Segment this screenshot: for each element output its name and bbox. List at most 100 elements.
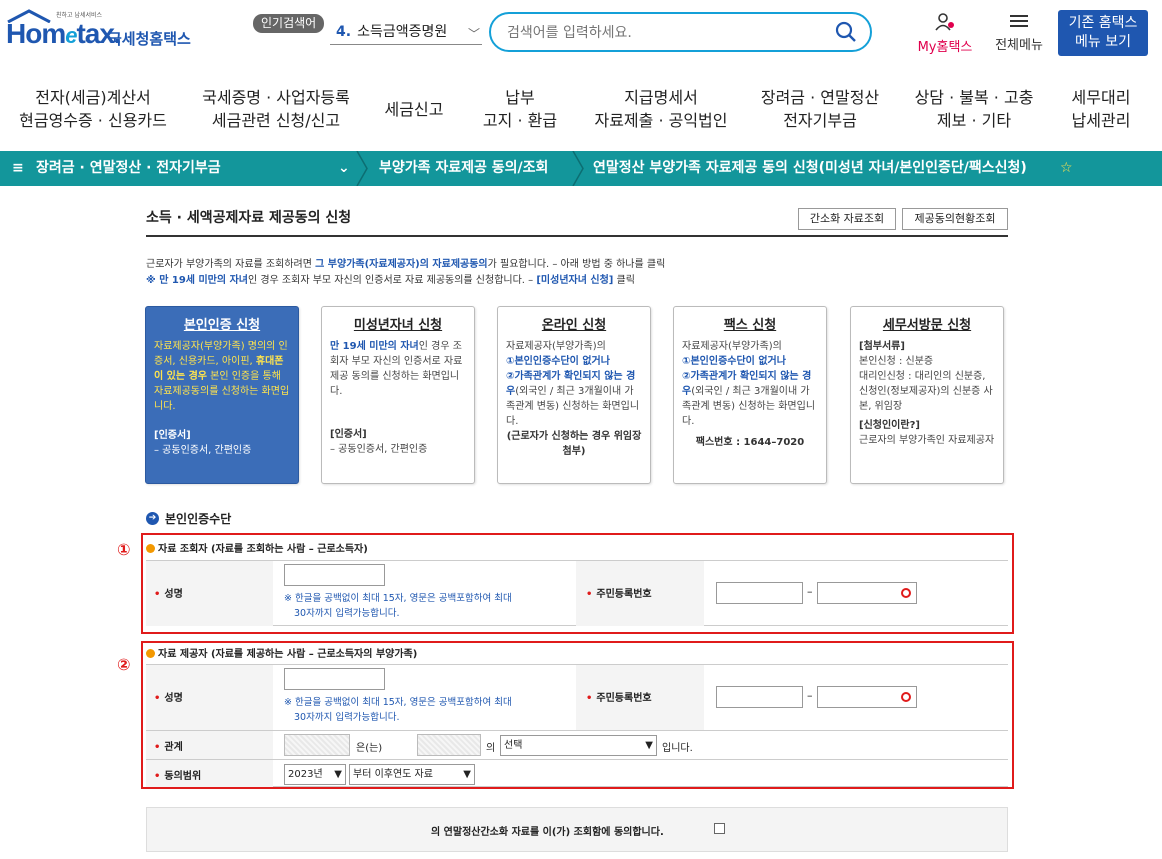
intro2-d: 클릭 bbox=[613, 275, 635, 286]
simplified-data-lookup-button[interactable]: 간소화 자료조회 bbox=[798, 208, 896, 230]
popular-search-dropdown[interactable]: 4. 소득금액증명원 ﹀ bbox=[330, 20, 482, 45]
card-tax-office-visit[interactable]: 세무서방문 신청 [첨부서류] 본인신청 : 신분증 대리인신청 : 대리인의 … bbox=[850, 306, 1004, 484]
section-number-2: ② bbox=[117, 655, 131, 674]
chevron-down-icon: ▼ bbox=[334, 769, 342, 780]
card-heading: [첨부서류] bbox=[859, 341, 905, 352]
arrow-circle-icon: ➔ bbox=[146, 512, 159, 525]
provider-name-note: ※ 한글을 공백없이 최대 15자, 영문은 공백포함하여 최대 30자까지 입력… bbox=[284, 695, 574, 725]
note-line: 30자까지 입력가능합니다. bbox=[294, 712, 400, 723]
star-icon[interactable]: ☆ bbox=[1060, 151, 1073, 186]
card-minor-child[interactable]: 미성년자녀 신청 만 19세 미만의 자녀인 경우 조회자 부모 자신의 인증서… bbox=[321, 306, 475, 484]
bullet-icon bbox=[146, 544, 155, 553]
section-title-auth-method: 본인인증수단 bbox=[165, 512, 232, 526]
nav-line2: 전자기부금 bbox=[783, 111, 857, 130]
provider-rrn-back-input[interactable] bbox=[817, 686, 917, 708]
scope-select-value: 부터 이후연도 자료 bbox=[353, 769, 433, 780]
provider-rrn-front-input[interactable] bbox=[716, 686, 803, 708]
chevron-down-icon[interactable]: ⌄ bbox=[338, 151, 350, 186]
my-hometax-button[interactable]: My홈택스 bbox=[912, 12, 978, 55]
section-heading-text: 자료 조회자 (자료를 조회하는 사람 – 근로소득자) bbox=[158, 544, 368, 555]
old-hometax-button[interactable]: 기존 홈택스 메뉴 보기 bbox=[1058, 10, 1148, 56]
note-line: ※ 한글을 공백없이 최대 15자, 영문은 공백포함하여 최대 bbox=[284, 593, 512, 604]
card-online[interactable]: 온라인 신청 자료제공자(부양가족)의 ①본인인증수단이 없거나 ②가족관계가 … bbox=[497, 306, 651, 484]
section-provider-heading: 자료 제공자 (자료를 제공하는 사람 – 근로소득자의 부양가족) bbox=[146, 645, 417, 660]
relation-particle: 은(는) bbox=[356, 743, 383, 754]
logo-korean[interactable]: 국세청홈택스 bbox=[108, 28, 191, 49]
nav-item-tax-return[interactable]: 세금신고 bbox=[374, 98, 454, 121]
nav-line2: 자료제출 · 공익법인 bbox=[594, 111, 728, 130]
nav-line1: 세금신고 bbox=[384, 100, 444, 119]
form-row-viewer-name: • 성명 ※ 한글을 공백없이 최대 15자, 영문은 공백포함하여 최대 30자까… bbox=[146, 560, 1008, 626]
viewer-rrn-back-input[interactable] bbox=[817, 582, 917, 604]
nav-line1: 장려금 · 연말정산 bbox=[760, 88, 880, 107]
logo-text: Hom bbox=[6, 18, 66, 49]
intro2-a: ※ 만 19세 미만의 자녀 bbox=[146, 275, 248, 286]
breadcrumb-separator-icon bbox=[572, 151, 584, 186]
breadcrumb-item-1[interactable]: 장려금 · 연말정산 · 전자기부금 bbox=[36, 151, 221, 186]
card-self-auth[interactable]: 본인인증 신청 자료제공자(부양가족) 명의의 인증서, 신용카드, 아이핀, … bbox=[145, 306, 299, 484]
breadcrumb-item-3: 연말정산 부양가족 자료제공 동의 신청(미성년 자녀/본인인증단/팩스신청) bbox=[593, 160, 1027, 176]
breadcrumb-separator-icon bbox=[356, 151, 368, 186]
year-select[interactable]: 2023년 ▼ bbox=[284, 764, 346, 785]
nav-line2: 제보 · 기타 bbox=[936, 111, 1012, 130]
relation-select-value: 선택 bbox=[504, 740, 523, 751]
card-footer: (근로자가 신청하는 경우 위임장 첨부) bbox=[506, 431, 642, 457]
viewer-rrn-label: 주민등록번호 bbox=[596, 589, 652, 600]
viewer-rrn-front-input[interactable] bbox=[716, 582, 803, 604]
nav-item-consult[interactable]: 상담 · 불복 · 고충 제보 · 기타 bbox=[906, 86, 1042, 132]
nav-item-payment[interactable]: 납부고지 · 환급 bbox=[470, 86, 570, 132]
logo[interactable]: Hometax. bbox=[6, 18, 122, 50]
nav-line2: 납세관리 bbox=[1071, 111, 1131, 130]
card-text: 자료제공자(부양가족)의 bbox=[682, 341, 782, 352]
breadcrumb-item-2[interactable]: 부양가족 자료제공 동의/조회 bbox=[379, 151, 548, 186]
card-title: 팩스 신청 bbox=[723, 318, 777, 333]
breadcrumb-menu-icon[interactable]: ≡ bbox=[12, 151, 24, 186]
search-box bbox=[489, 12, 872, 52]
card-text-bold: ①본인인증수단이 없거나 bbox=[682, 356, 786, 367]
all-menu-label: 전체메뉴 bbox=[995, 38, 1043, 53]
old-hometax-line1: 기존 홈택스 bbox=[1068, 15, 1138, 31]
nav-line1: 국세증명 · 사업자등록 bbox=[202, 88, 350, 107]
chevron-down-icon: ▼ bbox=[463, 769, 471, 780]
card-title: 본인인증 신청 bbox=[183, 318, 261, 333]
nav-item-year-end[interactable]: 장려금 · 연말정산전자기부금 bbox=[752, 86, 888, 132]
consent-box: 의 연말정산간소화 자료를 이(가) 조회함에 동의합니다. bbox=[146, 807, 1008, 852]
nav-line2: 세금관련 신청/신고 bbox=[211, 111, 341, 130]
card-text: 자료제공자(부양가족)의 bbox=[506, 341, 606, 352]
card-footer: – 공동인증서, 간편인증 bbox=[154, 445, 252, 456]
label-cell: • 주민등록번호 bbox=[576, 561, 704, 626]
relation-select[interactable]: 선택 ▼ bbox=[500, 735, 657, 756]
nav-item-payment-statement[interactable]: 지급명세서 자료제출 · 공익법인 bbox=[586, 86, 736, 132]
section-viewer-heading: 자료 조회자 (자료를 조회하는 사람 – 근로소득자) bbox=[146, 540, 368, 555]
logo-e: e bbox=[65, 23, 77, 48]
provider-rrn-label: 주민등록번호 bbox=[596, 693, 652, 704]
intro1-c: 가 필요합니다. – 아래 방법 중 하나를 클릭 bbox=[487, 259, 666, 270]
label-cell: • 성명 bbox=[146, 561, 273, 626]
card-title: 세무서방문 신청 bbox=[882, 318, 972, 333]
all-menu-button[interactable]: 전체메뉴 bbox=[988, 12, 1050, 53]
intro-text-1: 근로자가 부양가족의 자료를 조회하려면 그 부양가족(자료제공자)의 자료제공… bbox=[146, 255, 665, 270]
search-input[interactable] bbox=[507, 22, 827, 44]
secure-keyboard-icon[interactable] bbox=[901, 588, 911, 598]
breadcrumb: ≡ 장려금 · 연말정산 · 전자기부금 ⌄ 부양가족 자료제공 동의/조회 연… bbox=[0, 151, 1162, 186]
nav-line1: 납부 bbox=[505, 88, 535, 107]
provider-name-input[interactable] bbox=[284, 668, 385, 690]
card-fax[interactable]: 팩스 신청 자료제공자(부양가족)의 ①본인인증수단이 없거나 ②가족관계가 확… bbox=[673, 306, 827, 484]
consent-status-lookup-button[interactable]: 제공동의현황조회 bbox=[902, 208, 1008, 230]
card-text: 본인신청 : 신분증 bbox=[859, 356, 934, 367]
nav-item-einvoice[interactable]: 전자(세금)계산서 현금영수증 · 신용카드 bbox=[18, 86, 168, 132]
scope-select[interactable]: 부터 이후연도 자료 ▼ bbox=[349, 764, 475, 785]
popular-term: 소득금액증명원 bbox=[357, 24, 448, 40]
intro2-c[interactable]: [미성년자녀 신청] bbox=[536, 275, 613, 286]
search-icon[interactable] bbox=[834, 20, 858, 44]
nav-item-tax-agent[interactable]: 세무대리 납세관리 bbox=[1058, 86, 1144, 132]
consent-checkbox[interactable] bbox=[714, 823, 725, 834]
card-text: (외국인 / 최근 3개월이내 가족관계 변동) 신청하는 화면입니다. bbox=[682, 386, 816, 427]
bullet-icon bbox=[146, 649, 155, 658]
nav-item-certificate[interactable]: 국세증명 · 사업자등록세금관련 신청/신고 bbox=[196, 86, 356, 132]
viewer-name-label: 성명 bbox=[164, 589, 183, 600]
secure-keyboard-icon[interactable] bbox=[901, 692, 911, 702]
popular-search-badge: 인기검색어 bbox=[253, 14, 325, 33]
nav-line2: 고지 · 환급 bbox=[482, 111, 558, 130]
viewer-name-input[interactable] bbox=[284, 564, 385, 586]
